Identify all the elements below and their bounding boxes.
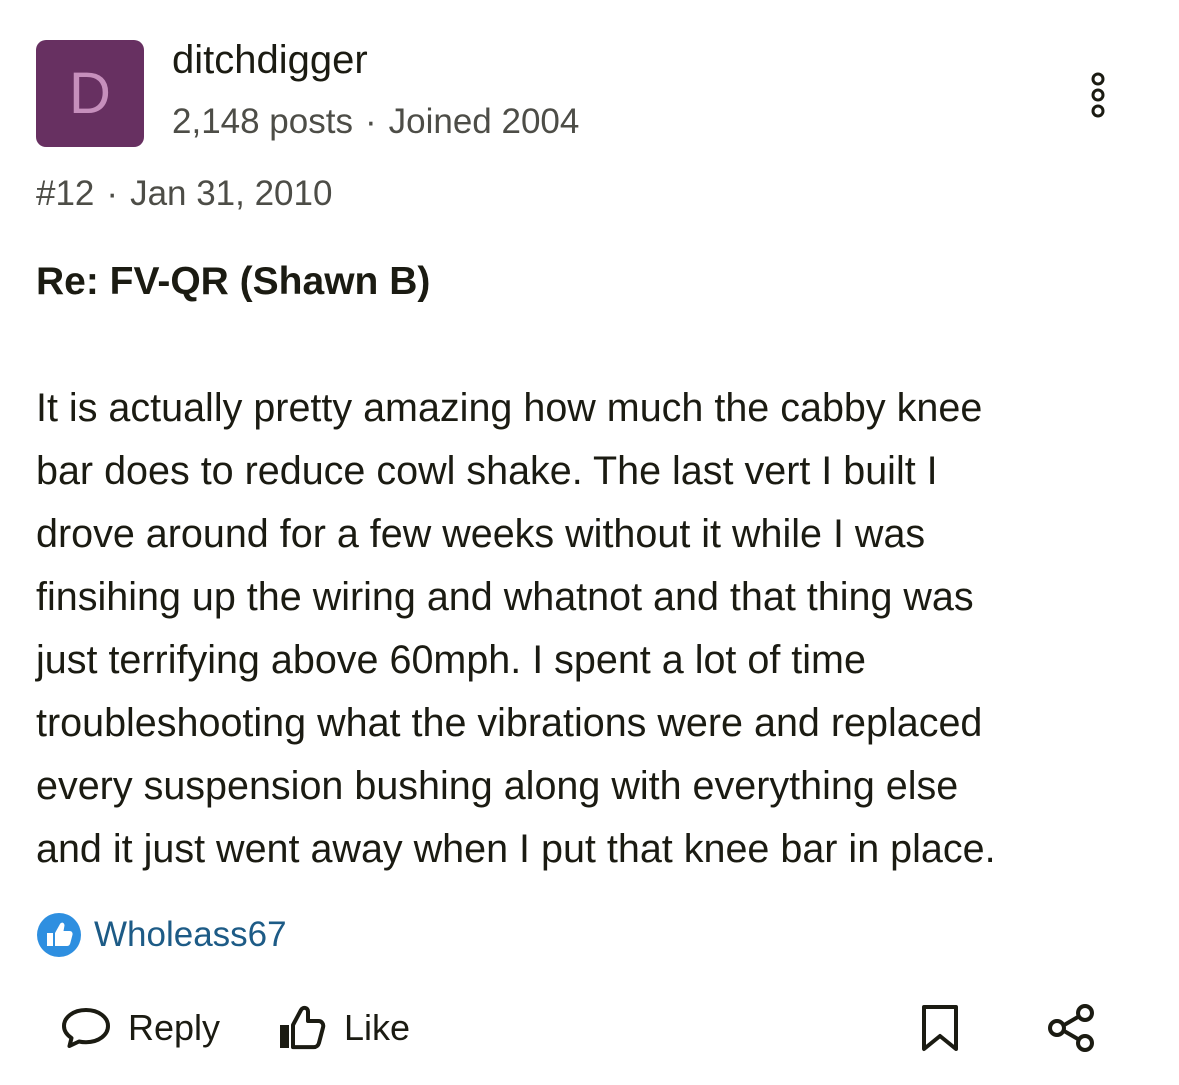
bookmark-button[interactable]	[914, 1000, 966, 1056]
post-body: It is actually pretty amazing how much t…	[36, 377, 1146, 881]
like-label: Like	[344, 1007, 411, 1048]
reaction-user-link[interactable]: Wholeass67	[94, 915, 287, 955]
thumbs-up-badge-icon	[37, 913, 81, 957]
post-title: Re: FV-QR (Shawn B)	[36, 260, 431, 303]
avatar[interactable]: D	[36, 40, 144, 147]
avatar-letter: D	[69, 60, 111, 126]
bookmark-icon	[922, 1005, 958, 1051]
post-number[interactable]: #12	[36, 174, 94, 213]
post-body-line: just terrifying above 60mph. I spent a l…	[36, 638, 866, 682]
post-count: 2,148 posts	[172, 102, 353, 141]
post-meta: #12 · Jan 31, 2010	[36, 174, 332, 214]
reply-label: Reply	[128, 1007, 221, 1048]
post-body-line: troubleshooting what the vibrations were…	[36, 701, 983, 745]
user-meta: 2,148 posts · Joined 2004	[172, 102, 579, 142]
more-vertical-icon	[1091, 72, 1105, 118]
post-body-line: drove around for a few weeks without it …	[36, 512, 926, 556]
reply-button[interactable]: Reply	[60, 1000, 220, 1056]
post-body-line: finsihing up the wiring and whatnot and …	[36, 575, 974, 619]
post-body-line: and it just went away when I put that kn…	[36, 827, 996, 871]
post-body-line: bar does to reduce cowl shake. The last …	[36, 449, 938, 493]
like-button[interactable]: Like	[276, 1000, 410, 1056]
share-button[interactable]	[1044, 1000, 1098, 1056]
share-icon	[1048, 1004, 1094, 1052]
post-body-line: It is actually pretty amazing how much t…	[36, 386, 983, 430]
meta-separator: ·	[364, 102, 377, 141]
post-body-line: every suspension bushing along with ever…	[36, 764, 959, 808]
thumbs-up-icon	[280, 1005, 326, 1050]
reaction-summary[interactable]: Wholeass67	[36, 907, 287, 963]
join-date: Joined 2004	[388, 102, 580, 141]
more-options-button[interactable]	[1080, 70, 1116, 120]
username[interactable]: ditchdigger	[172, 38, 368, 83]
post-meta-separator: ·	[106, 174, 119, 213]
speech-bubble-icon	[62, 1008, 110, 1048]
post-date: Jan 31, 2010	[130, 174, 333, 213]
